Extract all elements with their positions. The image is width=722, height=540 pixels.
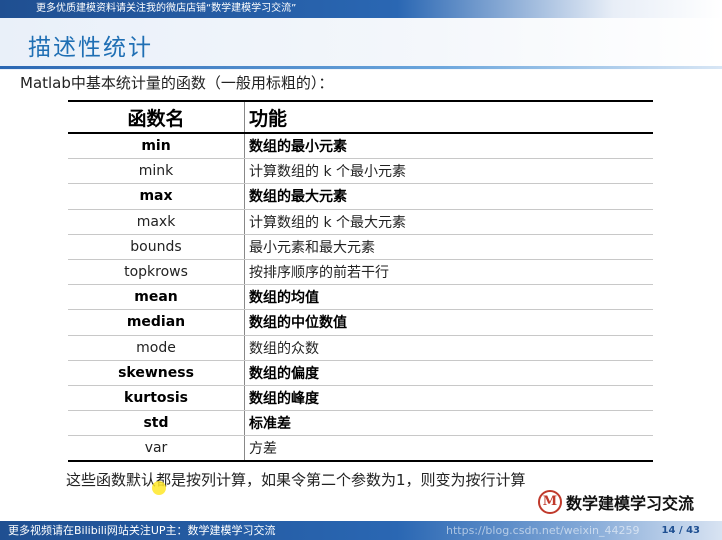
function-desc-cell: 计算数组的 k 个最大元素	[244, 209, 653, 235]
function-desc-cell: 计算数组的 k 个最小元素	[244, 158, 653, 185]
note-text: 这些函数默认都是按列计算，如果令第二个参数为1，则变为按行计算	[66, 471, 526, 489]
table-row: std 标准差	[68, 410, 653, 437]
slide-title: 描述性统计	[28, 35, 153, 61]
function-desc-cell: 方差	[244, 435, 653, 463]
function-desc-cell: 最小元素和最大元素	[244, 234, 653, 260]
table-row: mean 数组的均值	[68, 284, 653, 311]
top-banner: 更多优质建模资料请关注我的微店店铺“数学建模学习交流”	[0, 0, 722, 18]
brand-text: 数学建模学习交流	[566, 494, 695, 513]
header-function-desc: 功能	[244, 100, 653, 134]
table-row: max 数组的最大元素	[68, 183, 653, 210]
table-row: bounds 最小元素和最大元素	[68, 234, 653, 260]
function-desc-cell: 数组的峰度	[244, 385, 653, 412]
function-desc-cell: 数组的中位数值	[244, 309, 653, 336]
function-desc-cell: 数组的最小元素	[244, 133, 653, 160]
header-function-name: 函数名	[68, 100, 245, 134]
function-name-cell: bounds	[68, 234, 245, 260]
table-row: topkrows 按排序顺序的前若干行	[68, 259, 653, 286]
bottom-banner-text: 更多视频请在Bilibili网站关注UP主：数学建模学习交流	[8, 524, 276, 537]
table-row: mink 计算数组的 k 个最小元素	[68, 158, 653, 185]
function-name-cell: median	[68, 309, 245, 336]
watermark-text: https://blog.csdn.net/weixin_44259	[446, 524, 640, 537]
function-name-cell: max	[68, 183, 245, 210]
function-name-cell: skewness	[68, 360, 245, 386]
function-name-cell: min	[68, 133, 245, 160]
table-header-row: 函数名 功能	[68, 100, 653, 134]
function-desc-cell: 标准差	[244, 410, 653, 437]
brand-logo-group: M 数学建模学习交流	[538, 490, 694, 514]
intro-text: Matlab中基本统计量的函数（一般用标粗的）：	[20, 74, 334, 92]
brand-m-icon: M	[538, 490, 562, 514]
table-row: var 方差	[68, 435, 653, 463]
page-indicator: 14 / 43	[661, 525, 700, 536]
function-desc-cell: 数组的偏度	[244, 360, 653, 386]
table-row: skewness 数组的偏度	[68, 360, 653, 386]
function-name-cell: std	[68, 410, 245, 437]
function-name-cell: mean	[68, 284, 245, 311]
function-name-cell: var	[68, 435, 245, 463]
table-row: min 数组的最小元素	[68, 133, 653, 160]
table-body: min 数组的最小元素 mink 计算数组的 k 个最小元素 max 数组的最大元素 max…	[68, 133, 653, 463]
function-desc-cell: 数组的最大元素	[244, 183, 653, 210]
mouse-cursor-highlight	[152, 481, 166, 495]
function-desc-cell: 按排序顺序的前若干行	[244, 259, 653, 286]
function-name-cell: maxk	[68, 209, 245, 235]
function-name-cell: mink	[68, 158, 245, 185]
function-desc-cell: 数组的众数	[244, 335, 653, 361]
table-row: median 数组的中位数值	[68, 309, 653, 336]
bottom-banner: 更多视频请在Bilibili网站关注UP主：数学建模学习交流 https://b…	[0, 521, 722, 540]
function-desc-cell: 数组的均值	[244, 284, 653, 311]
function-table: 函数名 功能 min 数组的最小元素 mink 计算数组的 k 个最小元素 max 数组的…	[68, 100, 653, 463]
table-row: mode 数组的众数	[68, 335, 653, 361]
table-row: kurtosis 数组的峰度	[68, 385, 653, 412]
title-divider	[0, 66, 722, 69]
function-name-cell: kurtosis	[68, 385, 245, 412]
function-name-cell: mode	[68, 335, 245, 361]
function-name-cell: topkrows	[68, 259, 245, 286]
table-row: maxk 计算数组的 k 个最大元素	[68, 209, 653, 235]
